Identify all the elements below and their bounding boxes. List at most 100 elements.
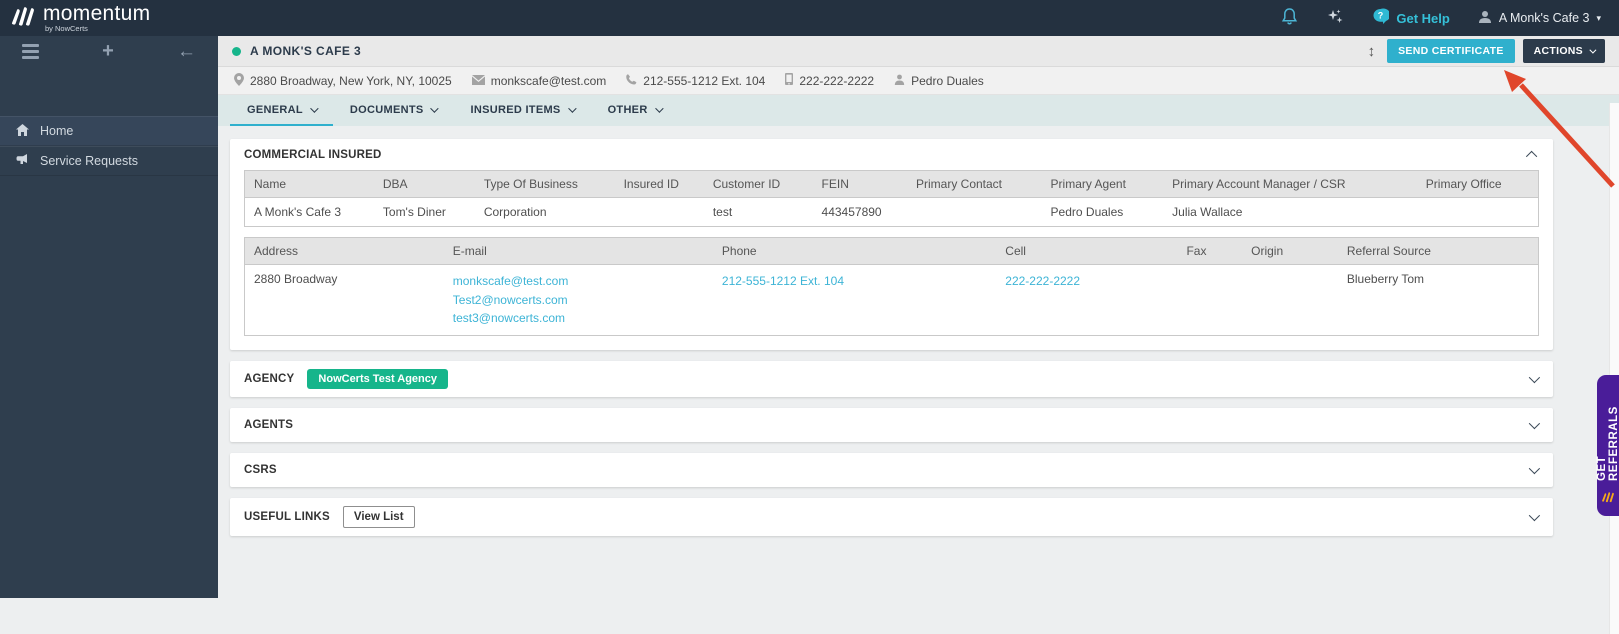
notifications-button[interactable] — [1281, 7, 1298, 29]
email-link[interactable]: test3@nowcerts.com — [453, 309, 704, 328]
brand-name: momentum — [43, 1, 151, 25]
caret-down-icon: ▾ — [1596, 12, 1601, 23]
view-list-button[interactable]: View List — [342, 505, 415, 528]
tab-label: DOCUMENTS — [349, 103, 424, 116]
column-header: Primary Agent — [1041, 170, 1164, 198]
insured-email[interactable]: monkscafe@test.com — [471, 73, 607, 88]
collapse-section-icon[interactable] — [1525, 150, 1538, 163]
email-link[interactable]: monkscafe@test.com — [453, 272, 704, 291]
expand-section-icon[interactable] — [1528, 509, 1541, 522]
user-icon — [1478, 10, 1492, 27]
primary-contact-person: Pedro Duales — [894, 74, 984, 88]
tab-label: OTHER — [607, 103, 648, 116]
main-content: A MONK'S CAFE 3 ↕ SEND CERTIFICATE ACTIO… — [218, 36, 1619, 634]
cell-address: 2880 Broadway — [243, 264, 444, 336]
cell-dba: Tom's Diner — [373, 197, 475, 227]
tab-other[interactable]: OTHER — [591, 95, 678, 126]
insured-address: 2880 Broadway, New York, NY, 10025 — [234, 72, 452, 89]
column-header: Origin — [1242, 237, 1338, 265]
useful-links-card: USEFUL LINKS View List — [230, 497, 1553, 536]
add-new-icon[interactable]: + — [102, 41, 114, 61]
content-area: COMMERCIAL INSURED Name DBA Type Of Busi… — [218, 126, 1619, 598]
column-header: E-mail — [443, 237, 713, 265]
cell-phone-link[interactable]: 222-222-2222 — [1005, 272, 1168, 291]
vertical-scrollbar[interactable] — [1609, 103, 1619, 634]
envelope-icon — [471, 74, 485, 88]
cell-insured-id — [614, 197, 704, 227]
cell-primary-account-manager: Julia Wallace — [1163, 197, 1417, 227]
chevron-down-icon — [430, 103, 440, 113]
insured-cell[interactable]: 222-222-2222 — [785, 73, 874, 88]
cell-name: A Monk's Cafe 3 — [243, 197, 374, 227]
account-menu[interactable]: A Monk's Cafe 3 ▾ — [1478, 10, 1601, 27]
insured-phone-text: 212-555-1212 Ext. 104 — [643, 73, 766, 88]
get-referrals-tab[interactable]: GET REFERRALS — [1596, 375, 1619, 516]
cell-primary-contact — [906, 197, 1042, 227]
email-link[interactable]: Test2@nowcerts.com — [453, 291, 704, 310]
expand-section-icon[interactable] — [1528, 371, 1541, 384]
megaphone-icon — [16, 153, 29, 169]
account-label: A Monk's Cafe 3 — [1498, 11, 1590, 25]
menu-toggle-icon[interactable] — [22, 43, 39, 59]
tab-label: INSURED ITEMS — [470, 103, 561, 116]
chevron-down-icon — [567, 103, 577, 113]
phone-link[interactable]: 212-555-1212 Ext. 104 — [722, 272, 987, 291]
mobile-phone-icon — [785, 73, 794, 88]
sidebar: + ← Home Service Requests — [0, 36, 218, 598]
column-header: FEIN — [812, 170, 907, 198]
chevron-down-icon — [1589, 46, 1597, 54]
whats-new-button[interactable] — [1326, 8, 1344, 29]
arrow-back-icon[interactable]: ← — [177, 42, 196, 61]
table-header-row: Address E-mail Phone Cell Fax Origin Ref… — [243, 237, 1539, 265]
location-pin-icon — [234, 72, 244, 89]
agents-card: AGENTS — [230, 407, 1553, 442]
column-header: Address — [243, 237, 444, 265]
section-title-agency: AGENCY — [244, 372, 295, 385]
page-title-bar: A MONK'S CAFE 3 ↕ SEND CERTIFICATE ACTIO… — [218, 36, 1619, 67]
insured-details-table: Name DBA Type Of Business Insured ID Cus… — [243, 170, 1539, 227]
expand-section-icon[interactable] — [1528, 462, 1541, 475]
tab-insured-items[interactable]: INSURED ITEMS — [453, 95, 590, 126]
cell-phone: 212-555-1212 Ext. 104 — [712, 264, 997, 336]
tab-documents[interactable]: DOCUMENTS — [333, 95, 454, 126]
cell-primary-agent: Pedro Duales — [1041, 197, 1164, 227]
insured-phone[interactable]: 212-555-1212 Ext. 104 — [626, 74, 765, 88]
section-title-csrs: CSRS — [244, 463, 277, 476]
sidebar-item-home[interactable]: Home — [0, 116, 218, 146]
cell-type-of-business: Corporation — [474, 197, 615, 227]
csrs-card: CSRS — [230, 452, 1553, 487]
expand-vertical-icon[interactable]: ↕ — [1368, 43, 1376, 60]
column-header: Primary Account Manager / CSR — [1163, 170, 1417, 198]
sidebar-item-service-requests[interactable]: Service Requests — [0, 146, 218, 176]
get-referrals-label: GET REFERRALS — [1596, 406, 1619, 481]
sparkles-icon — [1326, 8, 1344, 29]
insured-cell-text: 222-222-2222 — [799, 73, 875, 88]
column-header: Primary Office — [1416, 170, 1539, 198]
column-header: Fax — [1177, 237, 1243, 265]
momentum-referrals-icon — [1601, 490, 1615, 509]
column-header: DBA — [373, 170, 475, 198]
column-header: Referral Source — [1337, 237, 1539, 265]
send-certificate-button[interactable]: SEND CERTIFICATE — [1387, 39, 1515, 63]
insured-email-text: monkscafe@test.com — [490, 73, 607, 88]
insured-address-text: 2880 Broadway, New York, NY, 10025 — [250, 73, 452, 88]
agency-badge[interactable]: NowCerts Test Agency — [307, 368, 448, 389]
contact-info-bar: 2880 Broadway, New York, NY, 10025 monks… — [218, 67, 1619, 95]
section-title-agents: AGENTS — [244, 418, 294, 431]
person-icon — [894, 74, 905, 88]
actions-button[interactable]: ACTIONS — [1522, 39, 1605, 63]
column-header: Primary Contact — [906, 170, 1042, 198]
chevron-down-icon — [310, 103, 319, 113]
table-row: 2880 Broadway monkscafe@test.com Test2@n… — [243, 264, 1539, 336]
cell-referral-source: Blueberry Tom — [1337, 264, 1539, 336]
cell-cell: 222-222-2222 — [996, 264, 1178, 336]
bell-icon — [1281, 7, 1298, 29]
table-row: A Monk's Cafe 3 Tom's Diner Corporation … — [243, 197, 1539, 227]
tab-general[interactable]: GENERAL — [230, 95, 333, 126]
expand-section-icon[interactable] — [1528, 417, 1541, 430]
get-help-button[interactable]: ? Get Help — [1372, 8, 1450, 28]
home-icon — [16, 123, 29, 139]
brand-logo[interactable]: momentum by NowCerts — [10, 3, 150, 34]
help-bubble-icon: ? — [1372, 8, 1391, 28]
insured-contact-table: Address E-mail Phone Cell Fax Origin Ref… — [243, 237, 1539, 336]
